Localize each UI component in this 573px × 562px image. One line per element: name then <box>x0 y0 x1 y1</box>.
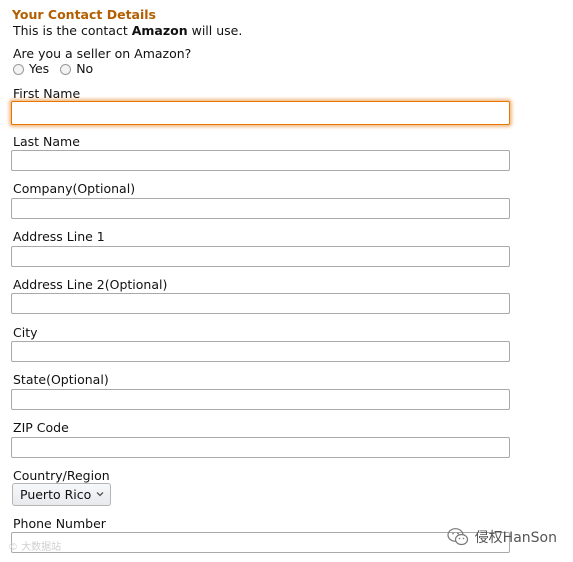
subtitle-prefix: This is the contact <box>13 23 132 38</box>
country-region-select[interactable]: Puerto Rico <box>12 483 111 506</box>
no-radio-label: No <box>76 61 94 76</box>
address-line-2-input[interactable] <box>11 293 510 314</box>
phone-number-label: Phone Number <box>13 516 106 531</box>
no-radio-button[interactable] <box>60 63 72 75</box>
last-name-label: Last Name <box>13 134 80 149</box>
state-label: State(Optional) <box>13 372 109 387</box>
seller-no-option[interactable]: No <box>60 61 93 77</box>
address-line-1-label: Address Line 1 <box>13 229 105 244</box>
company-label: Company(Optional) <box>13 181 136 196</box>
chevron-down-icon <box>96 492 104 497</box>
subtitle-suffix: will use. <box>187 23 243 38</box>
subtitle-brand: Amazon <box>131 23 188 38</box>
watermark-left: © 大数据站 <box>8 542 62 553</box>
country-selected-value: Puerto Rico <box>20 487 92 502</box>
section-title: Your Contact Details <box>12 7 156 22</box>
company-input[interactable] <box>11 198 510 219</box>
seller-radio-group: Yes No <box>13 61 104 77</box>
city-input[interactable] <box>11 341 510 362</box>
first-name-input[interactable] <box>11 101 510 125</box>
yes-radio-label: Yes <box>29 61 50 76</box>
yes-radio-button[interactable] <box>13 63 24 75</box>
last-name-input[interactable] <box>11 150 510 171</box>
seller-question-label: Are you a seller on Amazon? <box>13 46 192 61</box>
section-subtitle: This is the contact Amazon will use. <box>13 23 242 39</box>
watermark-right-text: 侵权HanSon <box>474 530 557 546</box>
zip-code-input[interactable] <box>11 437 510 458</box>
address-line-1-input[interactable] <box>11 246 510 267</box>
watermark-right: 侵权HanSon <box>447 527 557 547</box>
city-label: City <box>13 325 38 340</box>
zip-code-label: ZIP Code <box>13 420 69 435</box>
address-line-2-label: Address Line 2(Optional) <box>13 277 168 292</box>
phone-number-input[interactable] <box>11 532 510 553</box>
wechat-icon <box>447 528 468 546</box>
state-input[interactable] <box>11 389 510 410</box>
first-name-label: First Name <box>13 86 81 101</box>
country-region-label: Country/Region <box>13 468 110 483</box>
seller-yes-option[interactable]: Yes <box>13 61 49 77</box>
